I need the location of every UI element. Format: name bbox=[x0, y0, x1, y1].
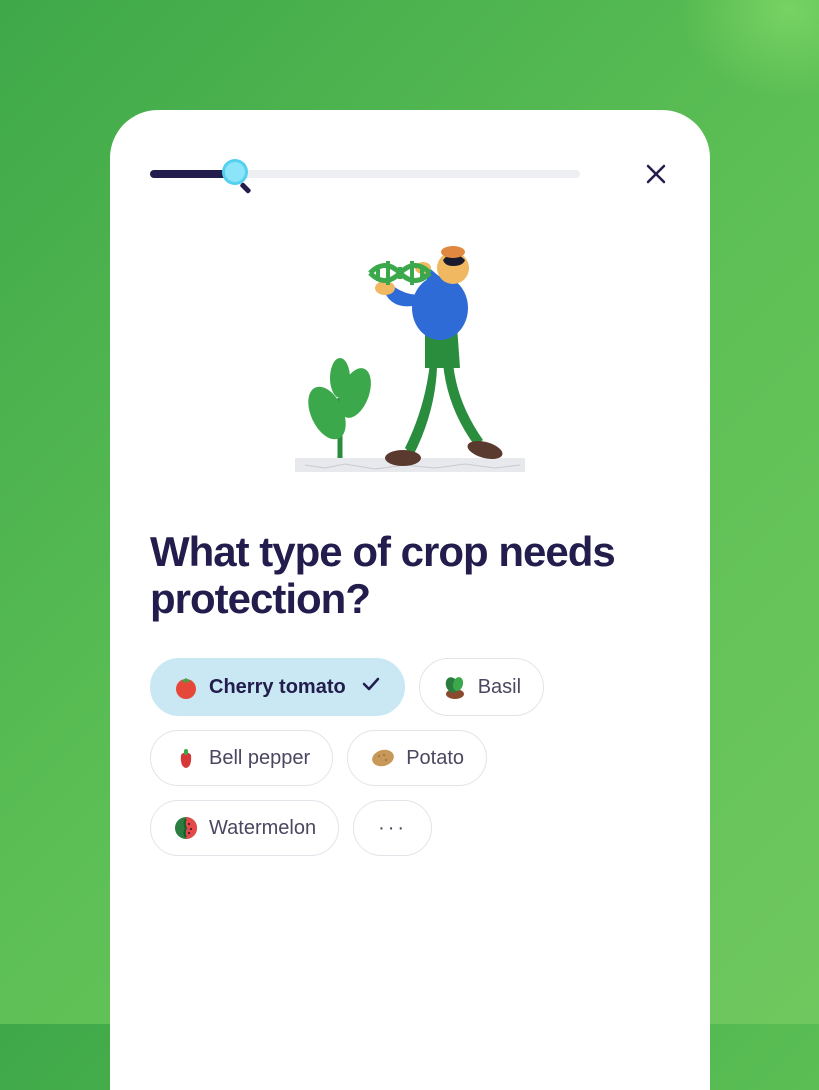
option-cherry-tomato[interactable]: Cherry tomato bbox=[150, 658, 405, 716]
card-header bbox=[150, 160, 670, 188]
watermelon-icon bbox=[173, 815, 199, 841]
question-heading: What type of crop needs protection? bbox=[150, 528, 670, 622]
onboarding-card: What type of crop needs protection? Cher… bbox=[110, 110, 710, 1090]
option-label: Basil bbox=[478, 676, 521, 699]
check-icon bbox=[360, 673, 382, 701]
option-label: Potato bbox=[406, 747, 464, 770]
close-icon bbox=[644, 162, 668, 186]
close-button[interactable] bbox=[642, 160, 670, 188]
option-basil[interactable]: Basil bbox=[419, 658, 544, 716]
option-potato[interactable]: Potato bbox=[347, 730, 487, 786]
option-label: Watermelon bbox=[209, 817, 316, 840]
basil-icon bbox=[442, 674, 468, 700]
progress-bar[interactable] bbox=[150, 170, 580, 178]
option-label: Cherry tomato bbox=[209, 676, 346, 699]
more-icon: ··· bbox=[378, 817, 407, 840]
magnifier-icon bbox=[219, 156, 257, 199]
option-more[interactable]: ··· bbox=[353, 800, 432, 856]
potato-icon bbox=[370, 745, 396, 771]
option-watermelon[interactable]: Watermelon bbox=[150, 800, 339, 856]
option-label: Bell pepper bbox=[209, 747, 310, 770]
background-decoration bbox=[679, 0, 819, 100]
crop-options: Cherry tomato Basil bbox=[150, 658, 670, 856]
bell-pepper-icon bbox=[173, 745, 199, 771]
tomato-icon bbox=[173, 674, 199, 700]
option-bell-pepper[interactable]: Bell pepper bbox=[150, 730, 333, 786]
farmer-illustration bbox=[150, 218, 670, 478]
